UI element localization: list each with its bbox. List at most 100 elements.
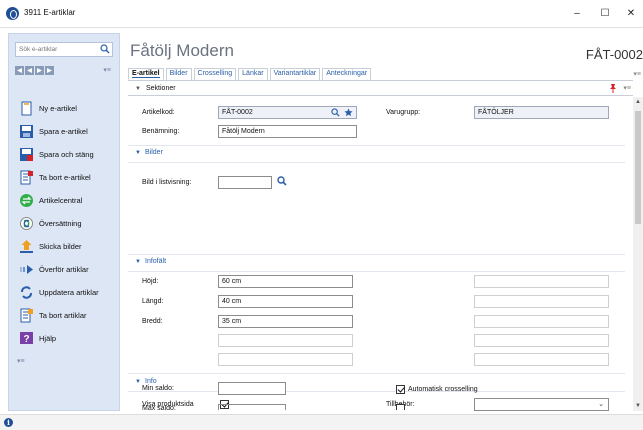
sidebar-item-label: Artikelcentral: [39, 195, 83, 205]
bredd-value: 35 cm: [222, 318, 242, 325]
status-bar: i: [0, 414, 643, 430]
search-icon[interactable]: [331, 108, 340, 117]
chevron-down-icon[interactable]: ▼: [135, 86, 141, 92]
sidebar-item-save-close[interactable]: Spara och stäng: [19, 145, 119, 163]
previous-record-icon[interactable]: [25, 66, 34, 75]
sidebar-item-upload[interactable]: Skicka bilder: [19, 237, 119, 255]
infofalt-extra-field[interactable]: [474, 353, 609, 366]
sidebar-item-refresh[interactable]: Uppdatera artiklar: [19, 283, 119, 301]
sidebar-item-translate[interactable]: Översättning: [19, 214, 119, 232]
sections-bar[interactable]: ▼ Sektioner ▾≡: [128, 83, 633, 96]
infofalt-extra-field[interactable]: [474, 295, 609, 308]
sidebar-item-save[interactable]: Spara e-artikel: [19, 122, 119, 140]
tab-e-artikel[interactable]: E-artikel: [128, 68, 164, 80]
delete-document-icon: [20, 170, 33, 184]
section-divider: [128, 373, 625, 374]
bild-field[interactable]: [218, 176, 272, 189]
section-divider: [128, 145, 625, 146]
star-icon[interactable]: [344, 108, 353, 117]
chevron-down-icon[interactable]: ▼: [135, 379, 141, 385]
varugrupp-field[interactable]: FÅTÖLJER: [474, 106, 609, 119]
window-title: 3911 E-artiklar: [24, 8, 76, 17]
sidebar-item-label: Spara e-artikel: [39, 126, 88, 136]
infofalt-extra-field[interactable]: [474, 334, 609, 347]
sidebar-item-delete[interactable]: Ta bort e-artikel: [19, 168, 119, 186]
tab-lankar[interactable]: Länkar: [238, 68, 268, 80]
automatisk-crosselling-checkbox[interactable]: [396, 385, 405, 394]
langd-value: 40 cm: [222, 298, 242, 305]
first-record-icon[interactable]: [15, 66, 24, 75]
infofalt-extra-field[interactable]: [218, 353, 353, 366]
hojd-field[interactable]: 60 cm: [218, 275, 353, 288]
sidebar-item-label: Översättning: [39, 218, 82, 228]
scroll-down-icon[interactable]: ▼: [635, 403, 641, 409]
search-icon[interactable]: [100, 44, 110, 54]
vertical-scrollbar[interactable]: ▲ ▼: [633, 97, 643, 411]
partial-checkbox[interactable]: [396, 404, 405, 410]
sidebar-item-delete-articles[interactable]: Ta bort artiklar: [19, 306, 119, 324]
sidebar-menu-icon[interactable]: ▾≡: [103, 66, 111, 74]
infofalt-extra-field[interactable]: [474, 275, 609, 288]
info-icon[interactable]: i: [4, 418, 13, 427]
tab-crosselling[interactable]: Crosselling: [193, 68, 237, 80]
save-icon: [20, 124, 33, 138]
sidebar-item-label: Ta bort e-artikel: [39, 172, 91, 182]
min-saldo-field[interactable]: [218, 382, 286, 395]
sections-menu-icon[interactable]: ▾≡: [623, 84, 631, 92]
transfer-icon: [20, 264, 33, 274]
sidebar-item-transfer[interactable]: Överför artiklar: [19, 260, 119, 278]
sidebar-item-new[interactable]: Ny e-artikel: [19, 99, 119, 117]
benamning-label: Benämning:: [142, 128, 180, 135]
search-box: [15, 42, 113, 57]
max-saldo-field[interactable]: [218, 404, 286, 410]
page-title: Fåtölj Modern: [130, 41, 234, 60]
title-bar: 3911 E-artiklar – ☐ ✕: [0, 0, 643, 28]
artikelkod-label: Artikelkod:: [142, 109, 175, 116]
section-bilder[interactable]: ▼ Bilder: [128, 148, 625, 160]
automatisk-crosselling-label: Automatisk crosselling: [408, 386, 478, 393]
last-record-icon[interactable]: [45, 66, 54, 75]
sidebar-item-help[interactable]: ? Hjälp: [19, 329, 119, 347]
section-info[interactable]: ▼ Info: [128, 377, 625, 389]
tillbehor-select[interactable]: ⌄: [474, 398, 609, 411]
bredd-field[interactable]: 35 cm: [218, 315, 353, 328]
sidebar-footer-menu-icon[interactable]: ▾≡: [17, 357, 25, 365]
sidebar-item-label: Ny e-artikel: [39, 103, 77, 113]
langd-label: Längd:: [142, 298, 164, 305]
tab-variantartiklar[interactable]: Variantartiklar: [269, 68, 321, 80]
search-icon[interactable]: [277, 176, 287, 186]
search-input[interactable]: [16, 43, 96, 56]
langd-field[interactable]: 40 cm: [218, 295, 353, 308]
infofalt-extra-field[interactable]: [474, 315, 609, 328]
minimize-button[interactable]: –: [562, 6, 592, 22]
app-logo-icon: [6, 7, 19, 20]
close-button[interactable]: ✕: [616, 6, 643, 22]
artikelkod-value: FÅT-0002: [222, 109, 253, 116]
scrollbar-thumb[interactable]: [635, 111, 641, 224]
next-record-icon[interactable]: [35, 66, 44, 75]
pin-icon[interactable]: [609, 84, 617, 93]
section-info-title: Info: [145, 378, 157, 385]
hojd-label: Höjd:: [142, 278, 159, 285]
chevron-down-icon[interactable]: ▼: [135, 259, 141, 265]
scroll-up-icon[interactable]: ▲: [635, 99, 641, 105]
benamning-value: Fåtölj Modern: [222, 128, 265, 135]
bredd-label: Bredd:: [142, 318, 163, 325]
main-panel: Fåtölj Modern FÅT-0002 ▾≡ E-artikel Bild…: [124, 33, 643, 411]
main-menu-icon[interactable]: ▾≡: [633, 70, 641, 78]
chevron-down-icon: ⌄: [598, 401, 604, 408]
tab-anteckningar[interactable]: Anteckningar: [322, 68, 372, 80]
upload-icon: [20, 239, 33, 253]
central-icon: [20, 193, 33, 207]
translate-icon: [20, 216, 33, 230]
refresh-icon: [21, 285, 32, 299]
benamning-field[interactable]: Fåtölj Modern: [218, 125, 357, 138]
min-saldo-label: Min saldo:: [142, 385, 174, 392]
sidebar-item-label: Spara och stäng: [39, 149, 94, 159]
tab-bilder[interactable]: Bilder: [165, 68, 192, 80]
save-close-icon: [20, 147, 33, 161]
sidebar-item-central[interactable]: Artikelcentral: [19, 191, 119, 209]
infofalt-extra-field[interactable]: [218, 334, 353, 347]
chevron-down-icon[interactable]: ▼: [135, 150, 141, 156]
section-infofalt[interactable]: ▼ Infofält: [128, 257, 625, 269]
